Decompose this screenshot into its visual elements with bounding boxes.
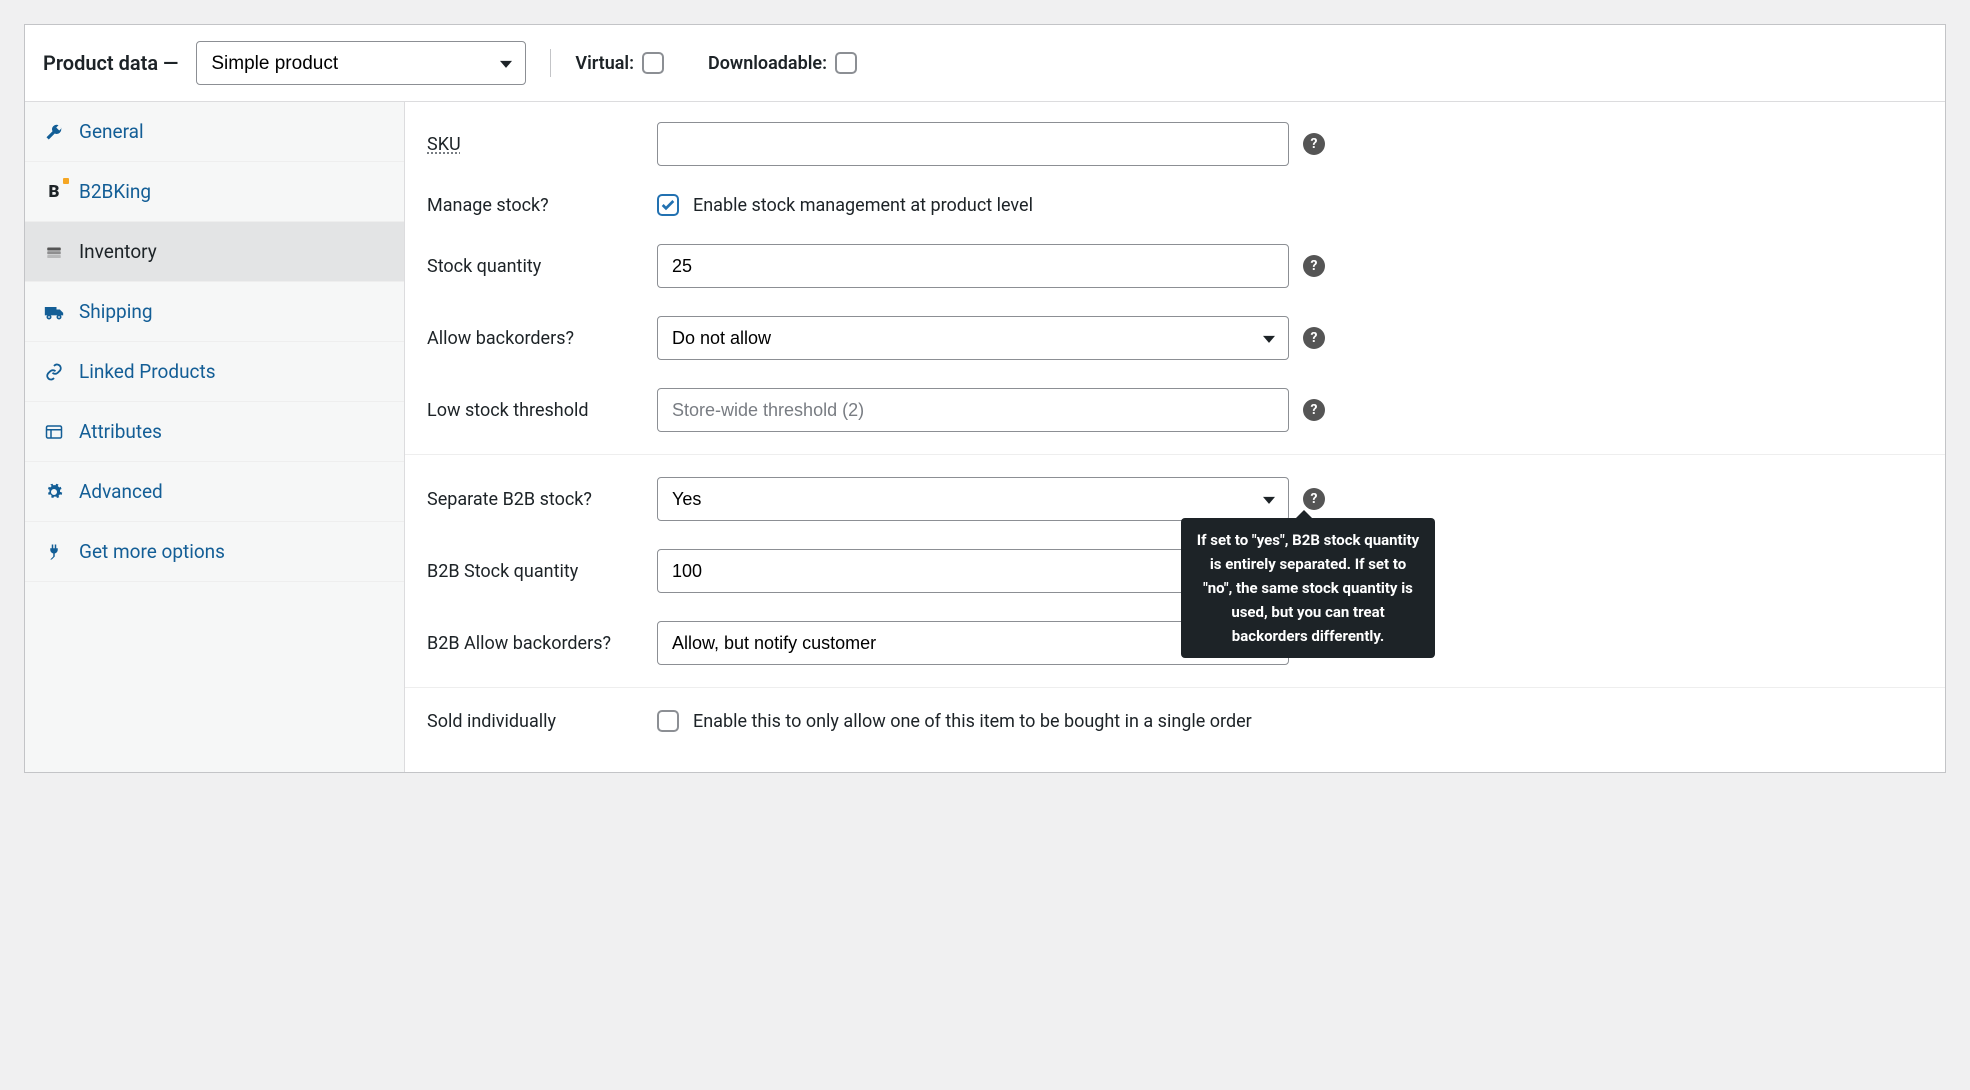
panel-header: Product data — Simple product Virtual: D… [25,25,1945,102]
tab-label: Shipping [79,300,153,323]
section-divider [405,454,1945,455]
tab-b2bking[interactable]: B B2BKing [25,162,404,222]
tab-label: Attributes [79,420,162,443]
downloadable-label-wrap: Downloadable: [708,52,857,74]
separate-b2b-select[interactable]: Yes [657,477,1289,521]
tab-linked-products[interactable]: Linked Products [25,342,404,402]
virtual-label: Virtual: [575,53,634,74]
separate-b2b-label: Separate B2B stock? [427,489,647,510]
tab-label: Linked Products [79,360,216,383]
row-b2b-stock: B2B Stock quantity [405,535,1945,607]
manage-stock-desc: Enable stock management at product level [693,195,1033,216]
row-b2b-backorders: B2B Allow backorders? [405,607,1945,679]
row-allow-backorders: Allow backorders? Do not allow ? [405,302,1945,374]
row-stock-quantity: Stock quantity ? [405,230,1945,302]
product-data-panel: Product data — Simple product Virtual: D… [24,24,1946,773]
tabs: General B B2BKing Inventory Shipping [25,102,405,772]
plug-icon [43,543,65,561]
list-icon [43,423,65,441]
low-stock-input[interactable] [657,388,1289,432]
panel-title: Product data — [43,51,178,75]
tab-inventory[interactable]: Inventory [25,222,404,282]
virtual-label-wrap: Virtual: [575,52,664,74]
tooltip: If set to "yes", B2B stock quantity is e… [1181,518,1435,658]
low-stock-label: Low stock threshold [427,400,647,421]
row-sold-individually: Sold individually Enable this to only al… [405,696,1945,746]
stock-quantity-input[interactable] [657,244,1289,288]
tab-label: B2BKing [79,180,151,203]
virtual-checkbox[interactable] [642,52,664,74]
link-icon [43,363,65,381]
b2b-backorders-label: B2B Allow backorders? [427,633,647,654]
check-icon [660,197,676,213]
gear-icon [43,483,65,501]
tab-label: Inventory [79,240,157,263]
separate-b2b-select-wrap: Yes [657,477,1289,521]
product-type-select[interactable]: Simple product [196,41,526,85]
tab-label: Get more options [79,540,225,563]
header-divider [550,49,551,77]
help-icon[interactable]: ? [1303,327,1325,349]
wrench-icon [43,123,65,141]
downloadable-checkbox[interactable] [835,52,857,74]
allow-backorders-label: Allow backorders? [427,328,647,349]
sku-label: SKU [427,134,647,155]
sku-input[interactable] [657,122,1289,166]
manage-stock-label: Manage stock? [427,195,647,216]
row-sku: SKU ? [405,108,1945,180]
allow-backorders-select[interactable]: Do not allow [657,316,1289,360]
downloadable-label: Downloadable: [708,53,827,74]
sold-individually-desc: Enable this to only allow one of this it… [693,711,1252,732]
row-manage-stock: Manage stock? Enable stock management at… [405,180,1945,230]
sold-individually-checkbox[interactable] [657,710,679,732]
tab-general[interactable]: General [25,102,404,162]
manage-stock-checkbox[interactable] [657,194,679,216]
backorders-select-wrap: Do not allow [657,316,1289,360]
row-low-stock: Low stock threshold ? [405,374,1945,446]
product-type-wrap: Simple product [196,41,526,85]
stock-quantity-label: Stock quantity [427,256,647,277]
b2b-icon: B [43,182,65,202]
help-icon[interactable]: ? [1303,133,1325,155]
b2b-stock-label: B2B Stock quantity [427,561,647,582]
help-icon[interactable]: ? If set to "yes", B2B stock quantity is… [1303,488,1325,510]
tab-get-more-options[interactable]: Get more options [25,522,404,582]
sold-individually-label: Sold individually [427,711,647,732]
tab-attributes[interactable]: Attributes [25,402,404,462]
help-icon[interactable]: ? [1303,255,1325,277]
help-icon[interactable]: ? [1303,399,1325,421]
inventory-content: SKU ? Manage stock? Enable stock managem… [405,102,1945,772]
panel-body: General B B2BKing Inventory Shipping [25,102,1945,772]
section-divider [405,687,1945,688]
inventory-icon [43,243,65,261]
tab-label: Advanced [79,480,163,503]
tab-label: General [79,120,144,143]
row-separate-b2b: Separate B2B stock? Yes ? If set to "yes… [405,463,1945,535]
tab-advanced[interactable]: Advanced [25,462,404,522]
truck-icon [43,303,65,321]
tab-shipping[interactable]: Shipping [25,282,404,342]
